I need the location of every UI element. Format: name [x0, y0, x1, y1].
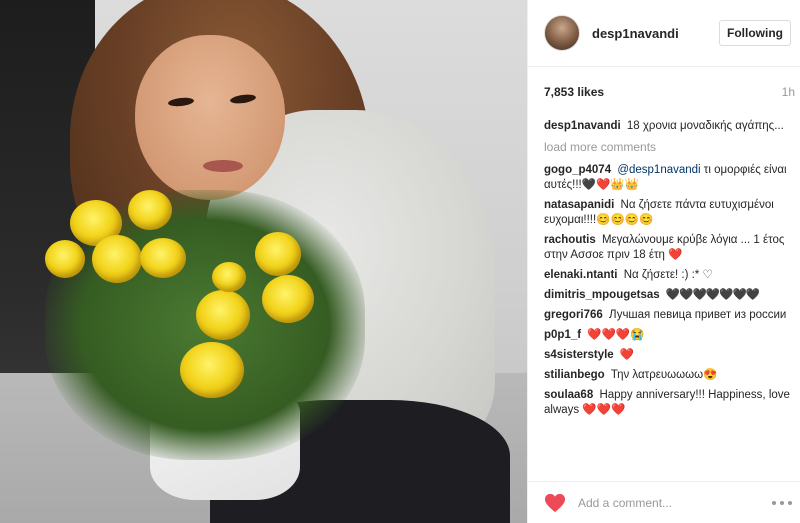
likes-count[interactable]: 7,853 likes	[544, 85, 604, 99]
comment-item: soulaa68 Happy anniversary!!! Happiness,…	[544, 388, 790, 418]
instagram-post: desp1navandi Following 7,853 likes 1h de…	[0, 0, 800, 523]
following-button[interactable]: Following	[719, 20, 791, 46]
comment-username[interactable]: gregori766	[544, 309, 603, 321]
yellow-rose	[255, 232, 301, 276]
comment-username[interactable]: dimitris_mpougetsas	[544, 289, 660, 301]
yellow-rose	[196, 290, 250, 340]
post-side-panel: desp1navandi Following 7,853 likes 1h de…	[527, 0, 800, 523]
yellow-rose	[180, 342, 244, 398]
likes-row: 7,853 likes 1h	[528, 67, 800, 117]
comment-emoji: 🖤🖤🖤🖤🖤🖤🖤	[665, 289, 760, 301]
yellow-rose	[92, 235, 142, 283]
comment-item: gogo_p4074 @desp1navandi τι ομορφιές είν…	[544, 163, 790, 193]
comment-emoji: ❤️	[619, 349, 635, 361]
post-photo[interactable]	[0, 0, 527, 523]
comment-actions-bar	[528, 481, 800, 523]
caption-text: 18 χρονια μοναδικής αγάπης...	[626, 120, 784, 132]
photo-lips	[203, 160, 243, 172]
photo-face	[135, 35, 285, 200]
like-heart-icon[interactable]	[544, 493, 566, 513]
comment-username[interactable]: elenaki.ntanti	[544, 269, 618, 281]
comment-emoji: ❤️❤️❤️	[582, 404, 626, 416]
comment-text: Лучшая певица привет из россии	[609, 309, 787, 321]
post-timestamp[interactable]: 1h	[782, 85, 795, 99]
comment-emoji: ❤️❤️❤️😭	[587, 329, 645, 341]
yellow-rose	[45, 240, 85, 278]
comment-username[interactable]: soulaa68	[544, 389, 593, 401]
comment-item: elenaki.ntanti Να ζήσετε! :) :* ♡	[544, 268, 790, 283]
post-header: desp1navandi Following	[528, 0, 800, 67]
comment-item: p0p1_f ❤️❤️❤️😭	[544, 328, 790, 343]
comment-username[interactable]: p0p1_f	[544, 329, 581, 341]
comments-list: desp1navandi 18 χρονια μοναδικής αγάπης.…	[528, 117, 800, 481]
yellow-rose	[140, 238, 186, 278]
comment-mention[interactable]: @desp1navandi	[617, 164, 700, 176]
comment-username[interactable]: stilianbego	[544, 369, 605, 381]
yellow-rose	[212, 262, 246, 292]
load-more-comments-link[interactable]: load more comments	[544, 140, 790, 154]
add-comment-input[interactable]	[578, 495, 772, 510]
yellow-rose	[128, 190, 172, 230]
comment-item: natasapanidi Να ζήσετε πάντα ευτυχισμένο…	[544, 198, 790, 228]
profile-avatar-icon[interactable]	[544, 15, 580, 51]
comment-emoji: 😍	[703, 369, 718, 381]
comment-username[interactable]: rachoutis	[544, 234, 596, 246]
comment-item: rachoutis Μεγαλώνουμε κρύβε λόγια ... 1 …	[544, 233, 790, 263]
caption: desp1navandi 18 χρονια μοναδικής αγάπης.…	[544, 119, 790, 134]
comment-username[interactable]: natasapanidi	[544, 199, 614, 211]
caption-username[interactable]: desp1navandi	[544, 120, 621, 132]
comment-item: gregori766 Лучшая певица привет из росси…	[544, 308, 790, 323]
comment-emoji: 🖤❤️👑👑	[581, 179, 640, 191]
more-options-icon[interactable]	[772, 500, 792, 506]
comment-item: s4sisterstyle ❤️	[544, 348, 790, 363]
author-username[interactable]: desp1navandi	[592, 26, 719, 41]
comment-text: Την λατρευωωωω	[610, 369, 704, 381]
comment-text: Να ζήσετε! :) :* ♡	[623, 269, 713, 281]
yellow-rose	[262, 275, 314, 323]
comment-username[interactable]: gogo_p4074	[544, 164, 611, 176]
comment-emoji: 😊😊😊😊	[596, 214, 654, 226]
comment-item: stilianbego Την λατρευωωωω😍	[544, 368, 790, 383]
comment-username[interactable]: s4sisterstyle	[544, 349, 614, 361]
comment-emoji: ❤️	[668, 249, 683, 261]
comment-item: dimitris_mpougetsas 🖤🖤🖤🖤🖤🖤🖤	[544, 288, 790, 303]
